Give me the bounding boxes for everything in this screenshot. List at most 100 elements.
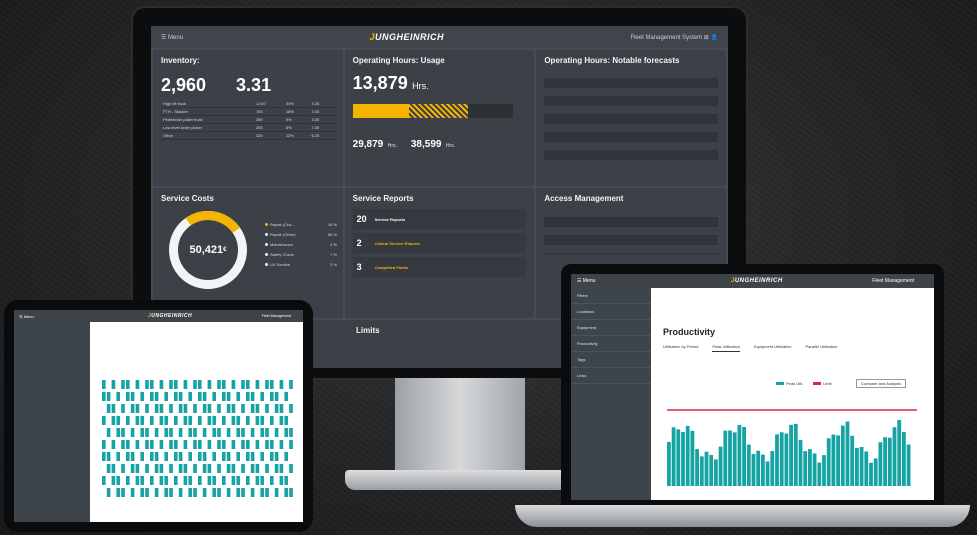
timeline-block: [102, 392, 106, 401]
inventory-cell: Pedestrian pallet truck: [161, 115, 254, 124]
timeline-block: [178, 452, 183, 461]
timeline-block: [260, 428, 264, 437]
timeline-block: [130, 452, 135, 461]
timeline-block: [135, 416, 140, 425]
util-bar: [822, 455, 826, 486]
laptop-brand: JUNGHEINRICH: [731, 278, 783, 284]
timeline-block: [202, 464, 207, 473]
timeline-block: [207, 380, 212, 389]
sidebar-section[interactable]: Locations: [571, 304, 651, 320]
legend-value: 7 %: [330, 252, 337, 257]
sidebar-section[interactable]: Productivity: [571, 336, 651, 352]
timeline-block: [198, 440, 202, 449]
inventory-cell: 7.05: [309, 123, 335, 132]
timeline-block: [279, 476, 284, 485]
usage-stat1: 29,879: [352, 139, 384, 150]
timeline-block: [106, 488, 111, 497]
legend-item: Safety Check 7 %: [265, 252, 337, 257]
laptop-utilization-chart: [667, 409, 917, 486]
timeline-block: [130, 404, 135, 413]
usage-value: 13,879: [352, 73, 408, 93]
timeline-block: [169, 488, 173, 497]
fleet-system[interactable]: Fleet Management System ⊞ 👤: [630, 34, 718, 41]
timeline-block: [246, 476, 250, 485]
report-count: 3: [356, 262, 362, 272]
compare-dropdown[interactable]: Compare and Analysis: [856, 379, 907, 388]
timeline-block: [183, 404, 188, 413]
timeline-block: [145, 404, 149, 413]
timeline-block: [126, 476, 130, 485]
sidebar-section[interactable]: Equipment: [571, 320, 651, 336]
timeline-block: [188, 452, 192, 461]
sidebar-section[interactable]: Links: [571, 368, 651, 384]
inventory-cell: 265: [253, 123, 284, 132]
timeline-block: [164, 488, 168, 497]
timeline-block: [193, 488, 197, 497]
timeline-block: [274, 392, 279, 401]
timeline-block: [207, 464, 212, 473]
timeline-block: [130, 488, 135, 497]
inventory-row[interactable]: Pedestrian pallet truck 285 9% 3.05: [161, 115, 335, 124]
timeline-block: [255, 380, 260, 389]
laptop-base: [515, 505, 970, 527]
legend-limit: Limit: [823, 381, 832, 386]
inventory-row[interactable]: Low level order picker 265 8% 7.05: [161, 123, 335, 132]
laptop-tab[interactable]: Parallel Utilization: [806, 344, 838, 352]
sidebar-section[interactable]: Tags: [571, 352, 651, 368]
timeline-block: [265, 440, 269, 449]
tablet-device: ☰ Menu JUNGHEINRICH Fleet Management: [4, 300, 313, 532]
inventory-card: Inventory: 2,960 3.31 High lift truck 1,0…: [153, 50, 343, 186]
service-report-item[interactable]: 2 Critical Service Reports: [352, 233, 527, 253]
timeline-block: [217, 428, 221, 437]
timeline-block: [116, 392, 120, 401]
timeline-block: [121, 380, 125, 389]
inventory-cell: 285: [253, 115, 284, 124]
util-bar: [751, 453, 756, 486]
laptop-tab[interactable]: Equipment Utilization: [754, 344, 792, 352]
timeline-block: [222, 380, 226, 389]
laptop-legend: Peak Util. Limit: [776, 381, 832, 386]
inventory-row[interactable]: Other 325 12% 6.25: [161, 131, 335, 140]
util-bar: [770, 451, 775, 486]
legend-item: Maintenance 4 %: [265, 242, 337, 247]
inventory-cell: 34%: [283, 100, 310, 108]
top-header: ☰ Menu JUNGHEINRICH Fleet Management Sys…: [151, 26, 728, 48]
inventory-cell: High lift truck: [161, 100, 254, 108]
timeline-block: [150, 416, 154, 425]
timeline-block: [260, 392, 264, 401]
timeline-block: [241, 488, 245, 497]
timeline-block: [174, 440, 178, 449]
timeline-block: [159, 464, 164, 473]
inventory-row[interactable]: FTH - Stacker 705 18% 3.45: [161, 107, 335, 116]
timeline-block: [178, 488, 183, 497]
tablet-menu[interactable]: ☰ Menu: [14, 310, 90, 323]
timeline-block: [111, 464, 116, 473]
laptop-tab[interactable]: Peak Utilization: [712, 344, 740, 352]
sidebar-section[interactable]: Filters: [571, 288, 651, 304]
tablet-screen: ☰ Menu JUNGHEINRICH Fleet Management: [14, 310, 303, 522]
timeline-block: [102, 440, 106, 449]
laptop-page-title: Productivity: [663, 327, 716, 337]
service-report-item[interactable]: 20 Service Reports: [352, 209, 527, 229]
timeline-block: [198, 392, 202, 401]
inventory-cell: 3.26: [309, 100, 335, 108]
inventory-table: High lift truck 1,047 34% 3.26 FTH - Stacker…: [161, 100, 335, 140]
timeline-block: [250, 428, 255, 437]
laptop-tab[interactable]: Utilization by Period: [663, 344, 698, 352]
menu-label: Menu: [168, 34, 184, 41]
timeline-block: [207, 404, 212, 413]
inventory-row[interactable]: High lift truck 1,047 34% 3.26: [161, 100, 335, 108]
util-bar: [737, 424, 742, 486]
timeline-block: [193, 428, 197, 437]
timeline-block: [246, 452, 250, 461]
laptop-menu[interactable]: ☰ Menu: [577, 278, 595, 284]
util-bar: [812, 453, 817, 486]
timeline-block: [140, 416, 144, 425]
util-bar: [699, 456, 704, 486]
menu-button[interactable]: ☰ Menu: [161, 34, 183, 41]
timeline-block: [212, 416, 216, 425]
legend-item: UV Service 3 %: [265, 262, 337, 267]
service-costs-legend: Repair (Cus... 16 % Repair (Other) 66 % Main…: [265, 222, 337, 272]
service-report-item[interactable]: 3 Completed Faults: [352, 257, 527, 277]
util-bar: [840, 425, 845, 486]
